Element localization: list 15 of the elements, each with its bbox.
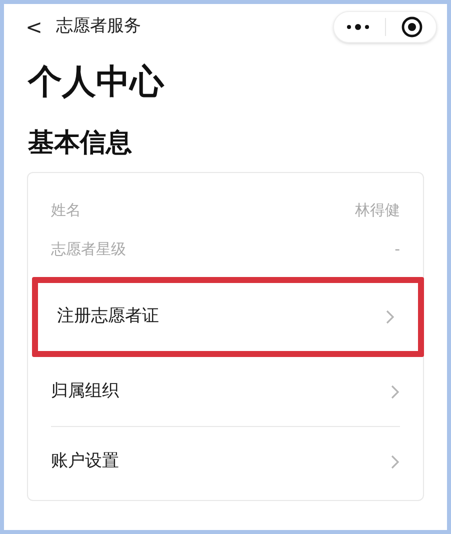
info-label: 志愿者星级 xyxy=(51,239,126,260)
page-title: 个人中心 xyxy=(28,61,164,104)
menu-item[interactable]: 归属组织 xyxy=(28,357,423,426)
nav-title: 志愿者服务 xyxy=(56,15,141,38)
chevron-right-icon xyxy=(385,309,395,325)
more-icon[interactable] xyxy=(346,24,370,30)
chevron-right-icon xyxy=(390,384,400,400)
info-value: 林得健 xyxy=(355,200,400,222)
section-title: 基本信息 xyxy=(28,127,132,160)
back-button[interactable]: < xyxy=(24,12,44,42)
chevron-right-icon xyxy=(390,454,400,470)
menu-item[interactable]: 账户设置 xyxy=(28,427,423,496)
info-label: 姓名 xyxy=(51,200,81,222)
menu-item[interactable]: 注册志愿者证 xyxy=(32,277,424,357)
info-value: - xyxy=(394,239,400,260)
